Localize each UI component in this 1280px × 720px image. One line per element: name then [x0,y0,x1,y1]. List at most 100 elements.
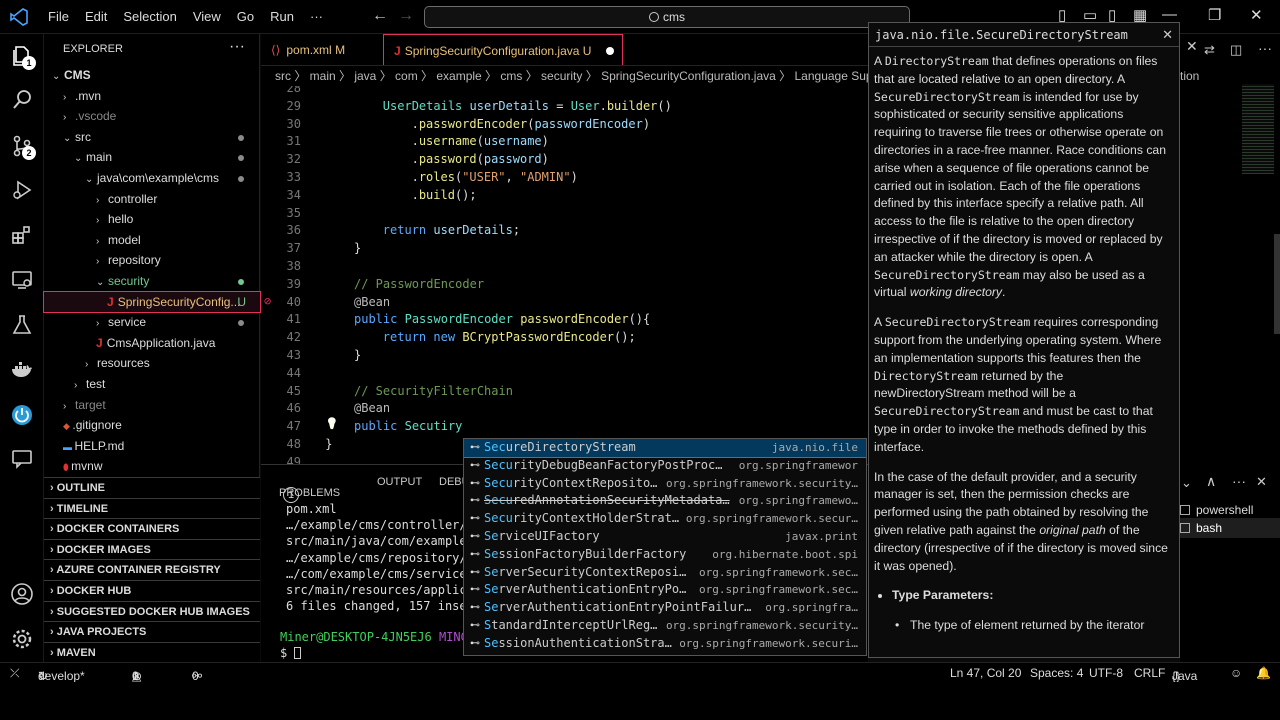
tree-item[interactable]: › test [44,374,260,395]
chevron-icon: › [63,112,67,124]
menu-item-0[interactable]: File [40,9,77,24]
code-editor[interactable]: 28 29 UserDetails userDetails = User.build… [261,86,868,464]
menu-item-3[interactable]: View [185,9,229,24]
more-actions-icon[interactable]: ··· [229,38,245,56]
window-close-icon[interactable]: ✕ [1250,6,1263,24]
search-activity[interactable] [0,80,44,120]
encoding[interactable]: UTF-8 [1089,666,1123,680]
tree-item[interactable]: J SpringSecurityConfig... U [43,290,261,314]
suggestion-item[interactable]: ⊷ SecureDirectoryStream java.nio.file [464,439,866,458]
extensions-activity[interactable] [0,215,44,255]
sidebar-section[interactable]: › AZURE CONTAINER REGISTRY [44,559,260,580]
back-arrow-icon[interactable]: ← [372,7,388,25]
accounts-activity[interactable] [0,574,44,614]
minimize-icon[interactable]: — [1162,6,1177,23]
split-editor-icon[interactable]: ◫ [1230,42,1242,58]
suggestion-item[interactable]: ⊷ ServerSecurityContextReposi… org.springf… [464,564,866,582]
menu-item-2[interactable]: Selection [115,9,184,24]
suggestion-item[interactable]: ⊷ SessionAuthenticationStra… org.springfra… [464,635,866,653]
suggestion-item[interactable]: ⊷ SecurityContextReposito… org.springframe… [464,475,866,493]
sidebar-section[interactable]: › SUGGESTED DOCKER HUB IMAGES [44,600,260,622]
sidebar-section[interactable]: › DOCKER IMAGES [44,538,260,560]
menu-item-1[interactable]: Edit [77,9,115,24]
tree-item[interactable]: › .mvn [44,86,260,107]
feedback-icon[interactable]: ☺ [1230,666,1242,680]
menu-item-5[interactable]: Run [262,9,302,24]
breadcrumb-path[interactable]: src 〉 main 〉 java 〉 com 〉 example 〉 cms … [275,69,868,83]
close-editor-icon[interactable]: ✕ [1186,38,1198,55]
tab-output[interactable]: OUTPUT [377,476,422,488]
remote-explorer-activity[interactable] [0,260,44,300]
source-control-activity[interactable]: 2 [0,126,44,166]
manage-activity[interactable] [0,619,44,659]
indentation[interactable]: Spaces: 4 [1030,666,1083,680]
tab-spring-security-configuration[interactable]: J SpringSecurityConfiguration.java U [383,34,623,65]
sidebar-section[interactable]: › DOCKER HUB [44,580,260,601]
testing-activity[interactable] [0,305,44,345]
editor-more-icon[interactable]: ··· [1258,40,1272,56]
tree-item[interactable]: ⬮ mvnw [44,456,260,477]
chat-activity[interactable] [0,439,44,479]
suggestion-item[interactable]: ⊷ ServerAuthenticationEntryPointFailur… or… [464,599,866,617]
notifications-icon[interactable]: 🔔 [1256,666,1271,680]
tree-item[interactable]: ⌄ main [44,147,260,168]
sidebar-section[interactable]: › JAVA PROJECTS [44,621,260,642]
terminal-input[interactable]: $ [280,646,302,660]
sidebar-section[interactable]: › MAVEN [44,641,260,663]
forward-arrow-icon[interactable]: → [398,7,414,25]
suggestion-item[interactable]: ⊷ SessionFactoryBuilderFactory org.hiberna… [464,546,866,564]
unsaved-dot-icon[interactable] [606,47,614,55]
tree-item[interactable]: › repository [44,250,260,271]
tree-item[interactable]: ⌄ src [44,127,260,148]
tree-item[interactable]: ⌄ security [44,271,260,292]
power-activity[interactable] [0,395,44,435]
sidebar-section[interactable]: › TIMELINE [44,497,260,519]
suggestion-item[interactable]: ⊷ StandardInterceptUrlReg… org.springframe… [464,617,866,635]
tree-item[interactable]: ⌄ CMS [44,65,260,86]
restore-icon[interactable]: ❐ [1208,6,1221,24]
tree-item[interactable]: ▬ HELP.md [44,436,260,457]
tree-item[interactable]: › model [44,230,260,251]
tab-pom-xml[interactable]: ⟨⟩ pom.xml M [261,34,381,66]
line-ending[interactable]: CRLF [1134,666,1165,680]
explorer-header: EXPLORER ··· [44,34,259,64]
explorer-activity[interactable]: 1 [0,36,44,76]
tree-item[interactable]: › hello [44,209,260,230]
sidebar-section[interactable]: › OUTLINE [44,477,260,498]
tree-item[interactable]: › target [44,395,260,416]
minimap[interactable] [1242,84,1274,174]
panel-dropdown-icon[interactable]: ⌄ [1181,475,1192,491]
panel-more-icon[interactable]: ··· [1232,473,1246,489]
command-center-search[interactable]: cms [424,6,910,28]
close-icon[interactable]: ✕ [1162,27,1173,43]
suggestion-item[interactable]: ⊷ ServiceUIFactory javax.print [464,528,866,546]
tree-item[interactable]: › service [44,312,260,333]
tree-item[interactable]: › .vscode [44,106,260,127]
suggestion-item[interactable]: ⊷ SecurityContextHolderStrat… org.springfr… [464,510,866,528]
lightbulb-icon[interactable]: 💡 [325,417,339,430]
suggestion-item[interactable]: ⊷ SecurityDebugBeanFactoryPostProc… org.sp… [464,457,866,475]
run-debug-activity[interactable] [0,170,44,210]
close-panel-icon[interactable]: ✕ [1256,474,1267,490]
shell-powershell[interactable]: powershell [1180,500,1280,520]
editor-scrollbar[interactable] [1274,234,1280,334]
cursor-position[interactable]: Ln 47, Col 20 [950,666,1021,680]
tree-item[interactable]: J CmsApplication.java [44,333,260,354]
suggest-widget[interactable]: ⊷ SecureDirectoryStream java.nio.file ⊷ Secu… [463,438,867,656]
docker-activity[interactable] [0,350,44,390]
remote-indicator-icon[interactable]: ⤫ [10,666,20,681]
tree-item[interactable]: ⌄ java\com\example\cms [44,168,260,189]
suggestion-item[interactable]: ⊷ SecuredAnnotationSecurityMetadata… org.s… [464,492,866,510]
menu-item-4[interactable]: Go [229,9,262,24]
explorer-badge: 1 [22,56,36,70]
bean-marker-icon[interactable]: ⊘ [264,294,271,308]
tree-item[interactable]: › resources [44,353,260,374]
tree-item[interactable]: ◆ .gitignore [44,415,260,436]
suggestion-item[interactable]: ⊷ ServerAuthenticationEntryPo… org.springf… [464,581,866,599]
maximize-panel-icon[interactable]: ∧ [1206,473,1216,490]
compare-icon[interactable]: ⇄ [1204,42,1215,58]
tree-item[interactable]: › controller [44,189,260,210]
sidebar-section[interactable]: › DOCKER CONTAINERS [44,518,260,539]
shell-bash[interactable]: bash [1180,518,1280,538]
menu-item-6[interactable]: ··· [302,9,331,24]
